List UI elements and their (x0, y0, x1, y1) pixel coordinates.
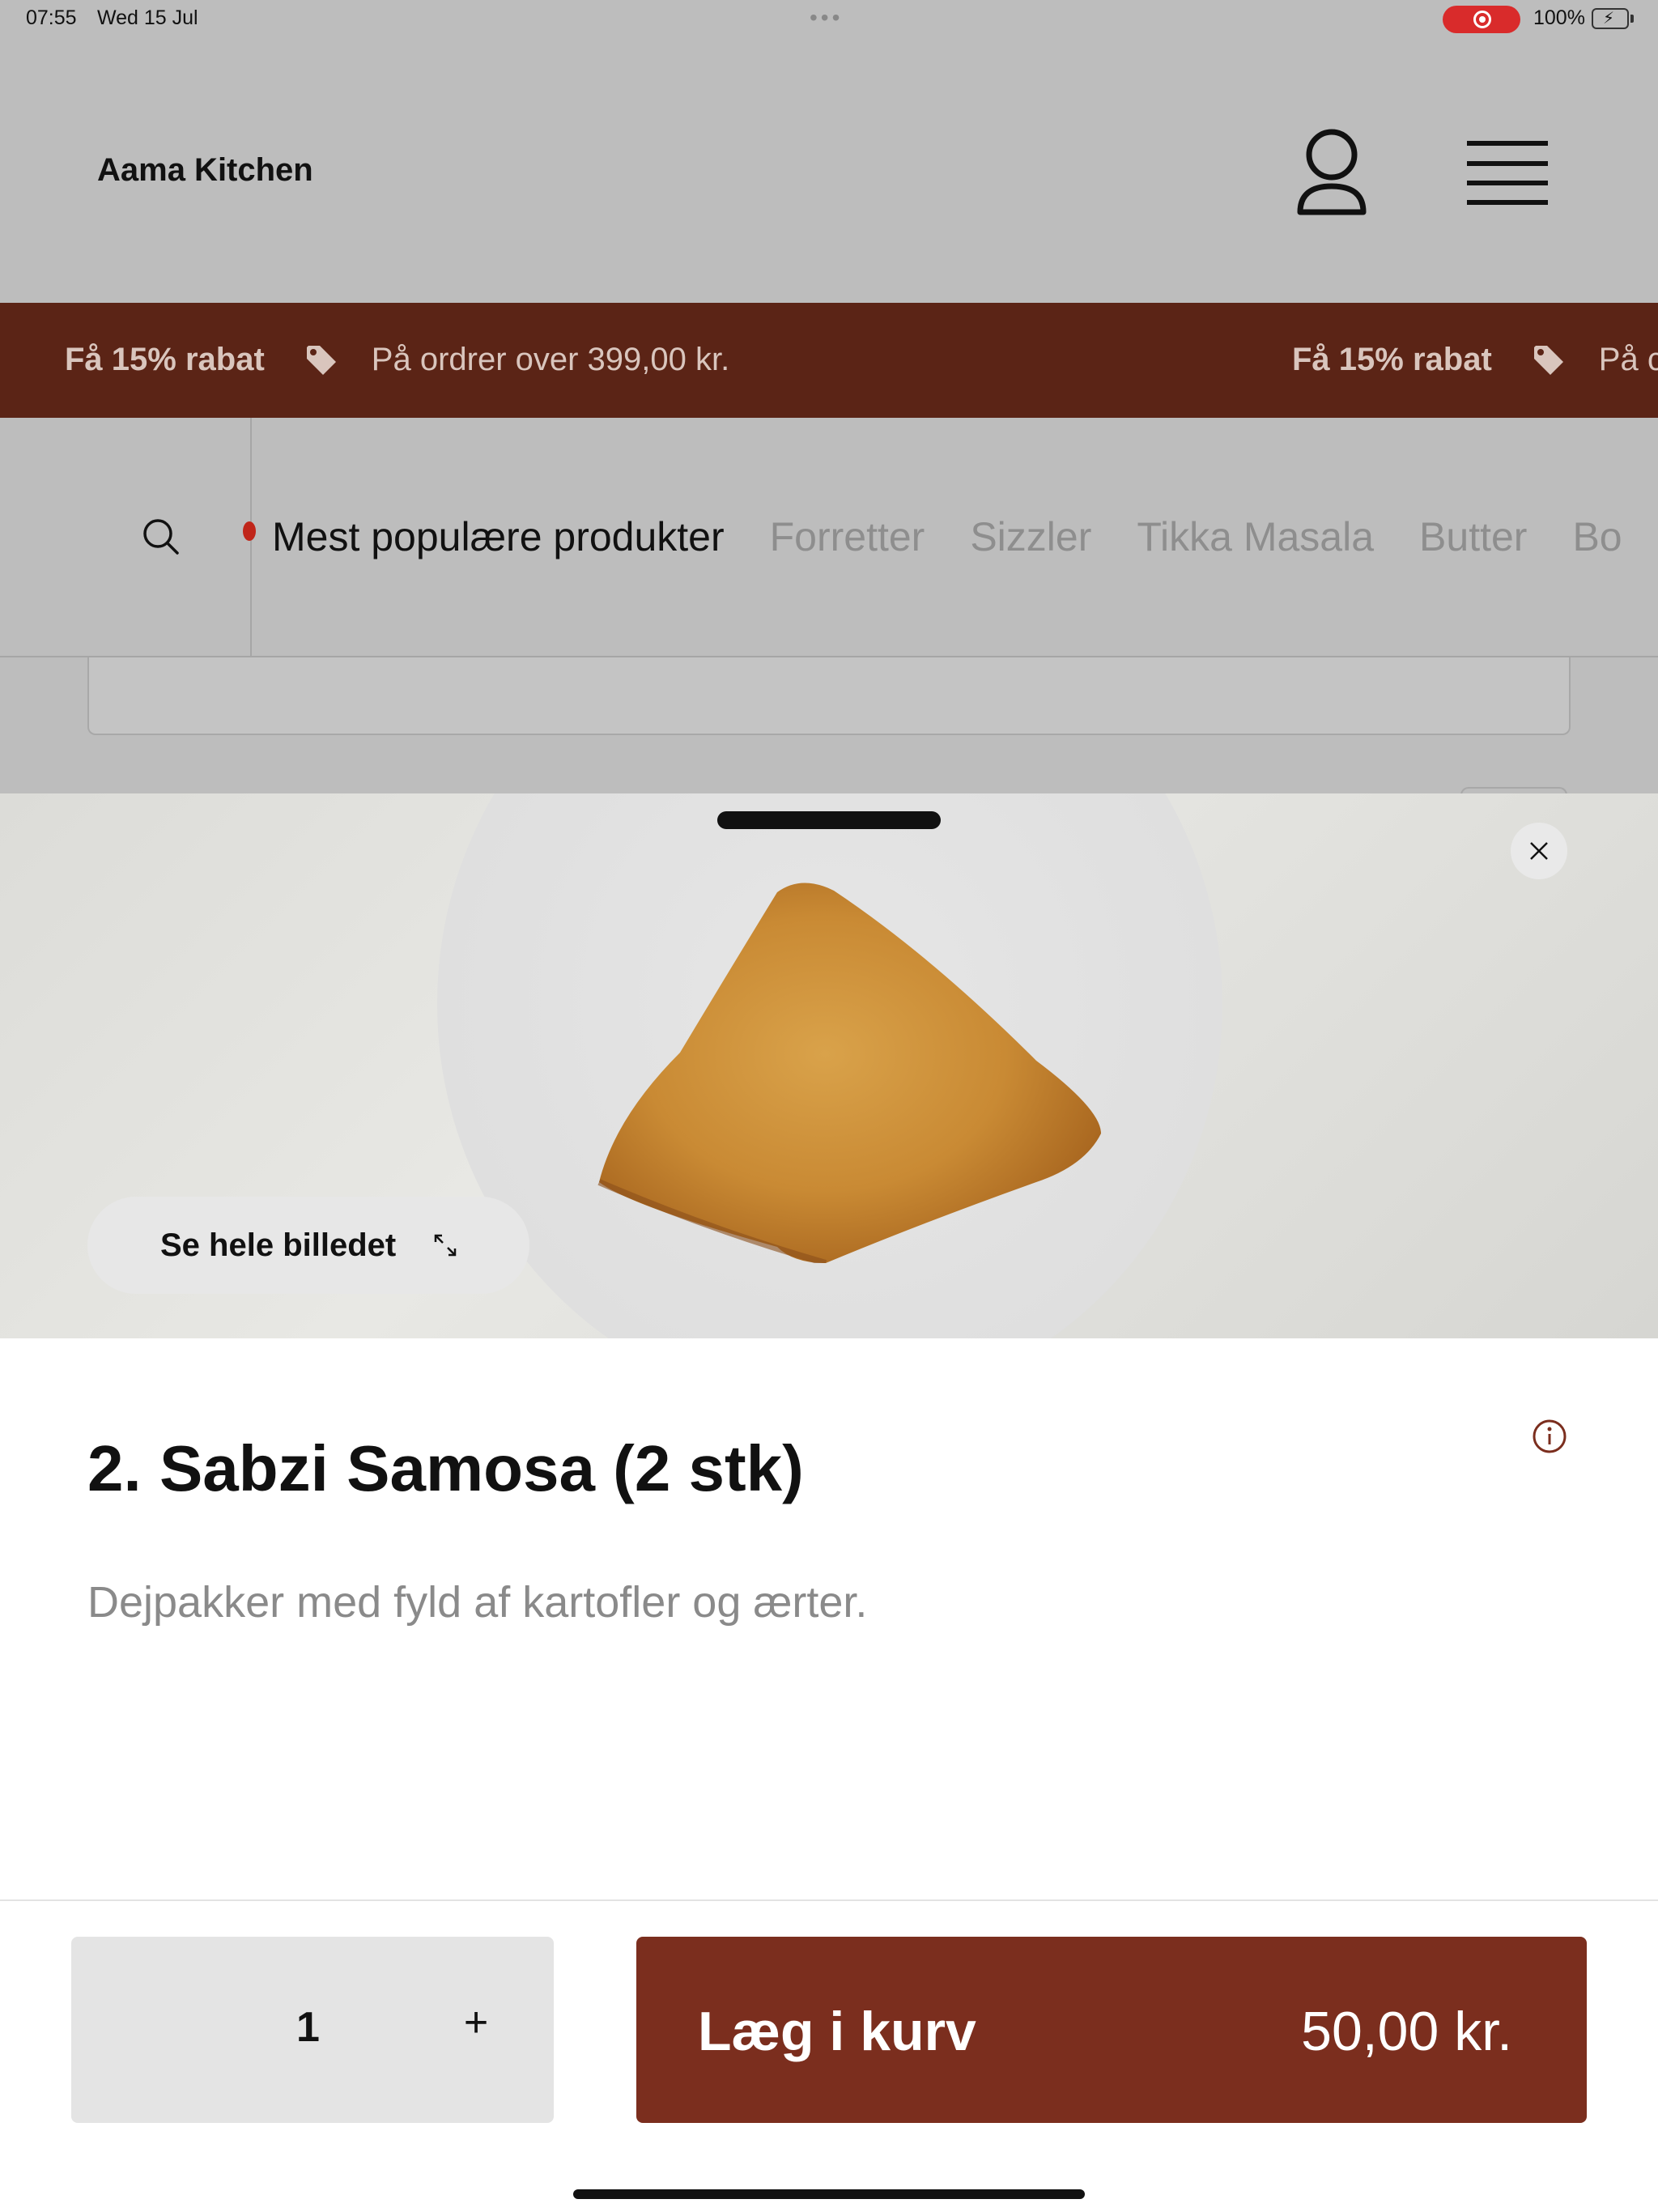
divider (0, 1899, 1658, 1901)
site-header: Aama Kitchen (0, 39, 1658, 303)
category-tabs: Mest populære produkter Forretter Sizzle… (272, 513, 1622, 560)
quantity-value: 1 (296, 2004, 320, 2051)
see-full-image-label: Se hele billedet (160, 1227, 397, 1263)
status-time: 07:55 (26, 6, 77, 29)
tag-icon (1533, 345, 1563, 375)
samosa-image (597, 883, 1101, 1263)
product-title: 2. Sabzi Samosa (2 stk) (87, 1432, 804, 1504)
search-icon[interactable] (142, 518, 180, 555)
product-sheet: Se hele billedet 2. Sabzi Samosa (2 stk)… (0, 793, 1658, 2212)
sheet-grabber[interactable] (717, 811, 941, 829)
status-bar: 07:55 Wed 15 Jul ••• 100% (0, 0, 1658, 39)
close-button[interactable] (1511, 823, 1567, 879)
chili-icon (243, 521, 256, 541)
multitasking-dots-icon[interactable]: ••• (810, 5, 843, 31)
battery-icon (1592, 8, 1629, 29)
tab-tikka-masala[interactable]: Tikka Masala (1137, 513, 1374, 560)
hamburger-menu-icon[interactable] (1467, 138, 1548, 207)
add-to-cart-button[interactable]: Læg i kurv 50,00 kr. (636, 1937, 1587, 2123)
battery-percent: 100% (1533, 6, 1585, 29)
product-image[interactable]: Se hele billedet (0, 793, 1658, 1338)
tab-butter[interactable]: Butter (1419, 513, 1527, 560)
info-icon[interactable] (1532, 1419, 1567, 1454)
close-icon (1530, 842, 1548, 860)
tab-sizzler[interactable]: Sizzler (970, 513, 1091, 560)
category-nav: Mest populære produkter Forretter Sizzle… (0, 418, 1658, 657)
search-button[interactable] (0, 418, 252, 656)
tab-popular[interactable]: Mest populære produkter (272, 513, 725, 560)
status-date: Wed 15 Jul (97, 6, 198, 29)
product-price: 50,00 kr. (1301, 2001, 1512, 2062)
brand-name[interactable]: Aama Kitchen (97, 152, 313, 189)
promo-banner: Få 15% rabat På ordrer over 399,00 kr. F… (0, 303, 1658, 418)
promo-title: Få 15% rabat (1292, 342, 1492, 377)
promo-subtitle: På c (1598, 342, 1658, 377)
product-description: Dejpakker med fyld af kartofler og ærter… (87, 1578, 868, 1627)
promo-item: Få 15% rabat På c (1292, 342, 1658, 378)
tag-icon (306, 345, 336, 375)
quantity-stepper: 1 + (71, 1937, 554, 2123)
tab-forretter[interactable]: Forretter (770, 513, 925, 560)
increment-button[interactable]: + (452, 1998, 500, 2047)
promo-title: Få 15% rabat (65, 342, 265, 377)
background-card (87, 657, 1571, 735)
promo-item: Få 15% rabat På ordrer over 399,00 kr. (65, 342, 729, 378)
expand-icon (434, 1234, 457, 1257)
add-to-cart-label: Læg i kurv (698, 2001, 976, 2062)
see-full-image-button[interactable]: Se hele billedet (87, 1197, 529, 1294)
promo-subtitle: På ordrer over 399,00 kr. (371, 342, 730, 377)
tab-bo[interactable]: Bo (1572, 513, 1622, 560)
home-indicator[interactable] (573, 2189, 1085, 2199)
screen-recording-icon[interactable] (1443, 6, 1520, 33)
person-icon[interactable] (1295, 128, 1368, 217)
